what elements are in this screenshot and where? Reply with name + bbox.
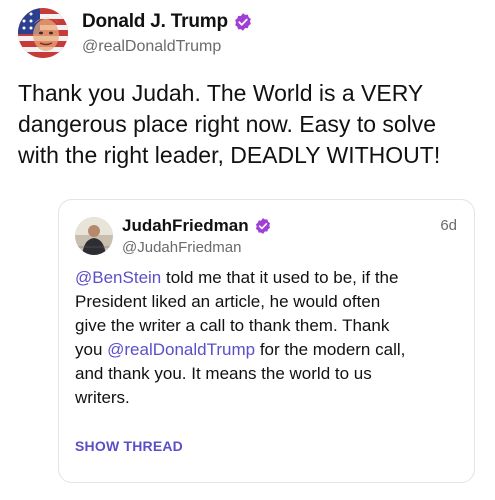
post-text-line: dangerous place right now. Easy to solve <box>18 111 437 137</box>
quoted-post-timestamp[interactable]: 6d <box>440 217 457 234</box>
show-thread-link[interactable]: SHOW THREAD <box>75 438 183 454</box>
verified-badge-icon <box>255 218 270 234</box>
quoted-author-name[interactable]: JudahFriedman <box>122 216 249 236</box>
portrait-avatar-icon <box>75 217 113 255</box>
quoted-author-info: JudahFriedman @JudahFriedman <box>122 216 272 256</box>
quoted-text-fragment: told me that it used to be, if the <box>161 268 399 287</box>
author-info: Donald J. Trump @realDonaldTrump <box>82 10 253 56</box>
quoted-post-text: @BenStein told me that it used to be, if… <box>75 266 465 410</box>
quoted-author-avatar[interactable] <box>75 217 113 255</box>
post-text-line: with the right leader, DEADLY WITHOUT! <box>18 142 441 168</box>
author-handle[interactable]: @realDonaldTrump <box>82 38 253 56</box>
quoted-text-fragment: you <box>75 340 108 359</box>
author-avatar[interactable] <box>18 8 68 58</box>
quoted-text-line: you @realDonaldTrump for the modern call… <box>75 338 465 362</box>
mention-link[interactable]: @BenStein <box>75 268 161 287</box>
quoted-text-line: and thank you. It means the world to us <box>75 364 372 383</box>
author-name-row: Donald J. Trump <box>82 10 253 34</box>
author-name[interactable]: Donald J. Trump <box>82 11 228 33</box>
post-text-line: Thank you Judah. The World is a VERY <box>18 80 424 106</box>
quoted-author-name-row: JudahFriedman <box>122 216 272 236</box>
quoted-author-handle[interactable]: @JudahFriedman <box>122 239 272 256</box>
quoted-text-line: give the writer a call to thank them. Th… <box>75 316 390 335</box>
mention-link[interactable]: @realDonaldTrump <box>107 340 255 359</box>
post-text: Thank you Judah. The World is a VERY dan… <box>18 78 483 171</box>
verified-badge-icon <box>235 13 251 31</box>
quoted-text-line: President liked an article, he would oft… <box>75 292 381 311</box>
quoted-text-line: writers. <box>75 388 130 407</box>
post: Donald J. Trump @realDonaldTrump Thank y… <box>0 0 495 500</box>
quoted-post-card[interactable]: JudahFriedman @JudahFriedman 6d @BenStei… <box>58 199 475 483</box>
quoted-text-line: @BenStein told me that it used to be, if… <box>75 266 465 290</box>
flag-portrait-avatar-icon <box>18 8 68 58</box>
quoted-text-fragment: for the modern call, <box>255 340 406 359</box>
